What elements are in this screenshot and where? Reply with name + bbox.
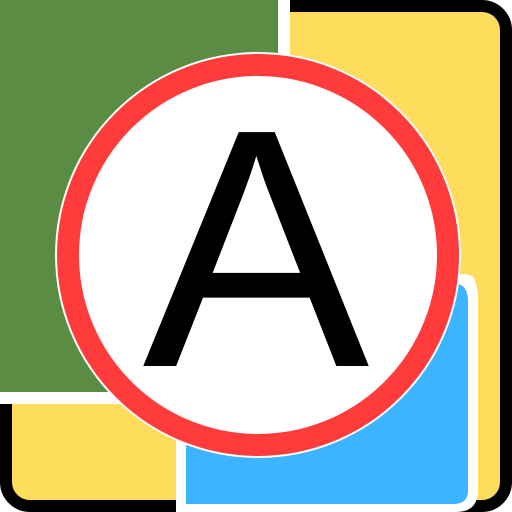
app-icon: A <box>0 0 512 512</box>
letter-a-map-icon: A <box>0 0 512 512</box>
letter-a: A <box>143 59 371 439</box>
